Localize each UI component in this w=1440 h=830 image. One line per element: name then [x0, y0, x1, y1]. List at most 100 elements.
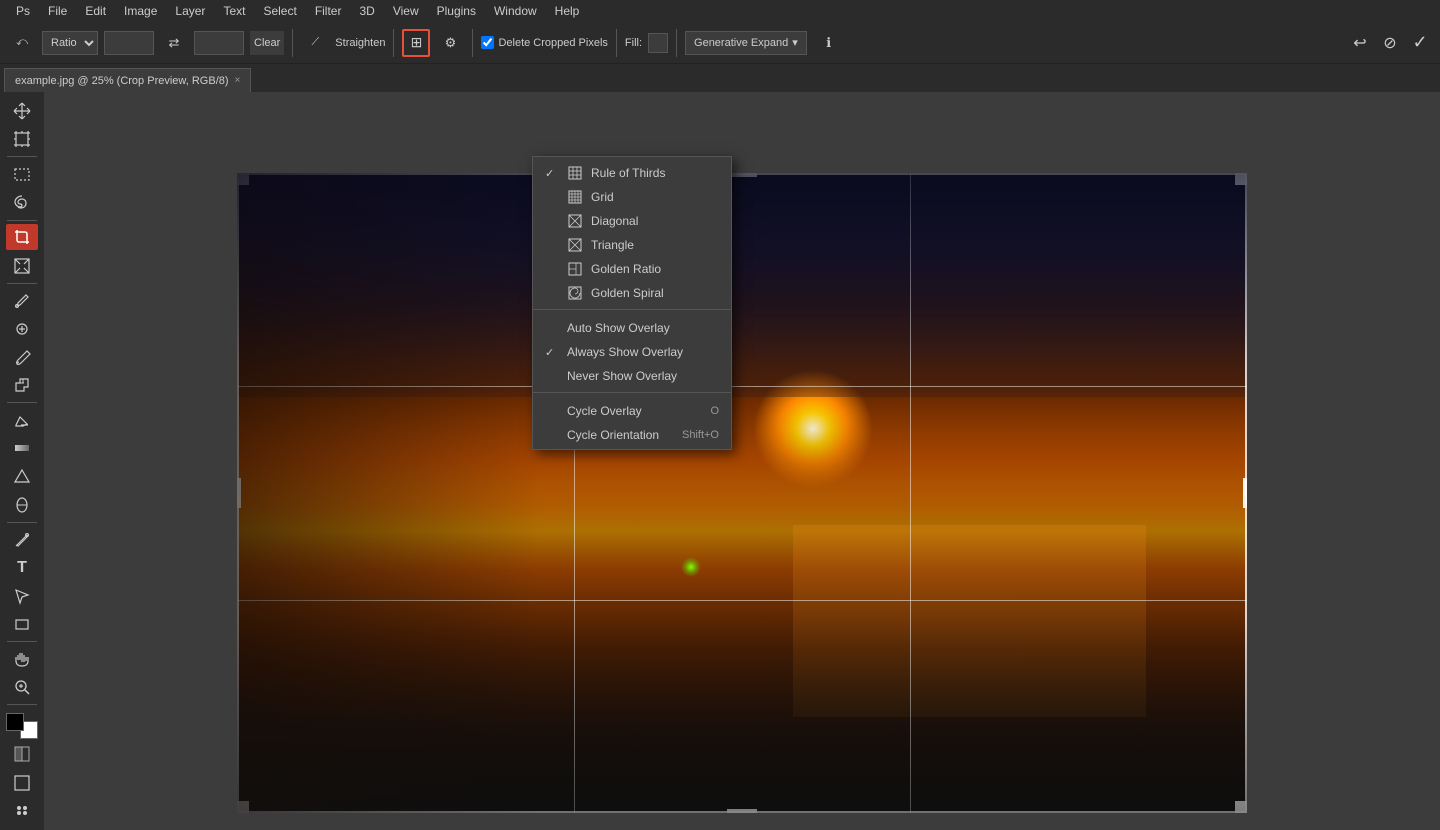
tab-close-btn[interactable]: × [235, 75, 241, 86]
separator-4 [616, 29, 617, 57]
document-tab[interactable]: example.jpg @ 25% (Crop Preview, RGB/8) … [4, 68, 251, 92]
menu-layer[interactable]: Layer [167, 2, 213, 20]
check-rule-of-thirds [545, 167, 559, 180]
main-area: T [0, 92, 1440, 830]
crop-handle-bottom-left[interactable] [237, 801, 249, 813]
separator-3 [472, 29, 473, 57]
settings-btn[interactable]: ⚙ [436, 29, 464, 57]
tool-clone[interactable] [6, 372, 38, 398]
tool-eyedropper[interactable] [6, 287, 38, 313]
color-swatches[interactable] [6, 713, 38, 739]
fill-color-swatch[interactable] [648, 33, 668, 53]
menu-item-triangle[interactable]: Triangle [533, 233, 731, 257]
tool-sep-7 [7, 704, 37, 705]
menu-text[interactable]: Text [215, 2, 253, 20]
rule-of-thirds-icon [567, 165, 583, 181]
tool-frame[interactable] [6, 252, 38, 278]
menu-3d[interactable]: 3D [351, 2, 382, 20]
menu-help[interactable]: Help [547, 2, 588, 20]
menu-image[interactable]: Image [116, 2, 165, 20]
tool-zoom[interactable] [6, 674, 38, 700]
menu-item-grid-label: Grid [591, 190, 614, 204]
foreground-color[interactable] [6, 713, 24, 731]
menu-view[interactable]: View [385, 2, 427, 20]
menu-item-never-show[interactable]: Never Show Overlay [533, 364, 731, 388]
toolbar-back-btn[interactable]: ⤺ [8, 29, 36, 57]
grid-line-vertical-2 [910, 173, 911, 813]
menu-select[interactable]: Select [255, 2, 304, 20]
tool-screen-mode[interactable] [6, 769, 38, 795]
show-overlay-button[interactable]: ⊞ [402, 29, 430, 57]
tool-quick-mask[interactable] [6, 741, 38, 767]
menu-item-rule-of-thirds[interactable]: Rule of Thirds [533, 161, 731, 185]
crop-handle-mid-left[interactable] [237, 478, 241, 508]
tool-path-select[interactable] [6, 583, 38, 609]
delete-cropped-label[interactable]: Delete Cropped Pixels [481, 36, 607, 49]
tool-dodge[interactable] [6, 491, 38, 517]
menu-file[interactable]: File [40, 2, 75, 20]
tool-blur[interactable] [6, 463, 38, 489]
clear-button[interactable]: Clear [250, 31, 284, 55]
crop-handle-bottom-mid[interactable] [727, 809, 757, 813]
menu-item-cycle-orientation[interactable]: Cycle Orientation Shift+O [533, 423, 731, 447]
tool-hand[interactable] [6, 646, 38, 672]
app-icon[interactable]: Ps [8, 2, 38, 20]
cycle-orientation-shortcut: Shift+O [682, 429, 719, 441]
generative-expand-button[interactable]: Generative Expand ▾ [685, 31, 807, 55]
sky-bg [237, 173, 1247, 813]
crop-handle-top-right[interactable] [1235, 173, 1247, 185]
menu-filter[interactable]: Filter [307, 2, 350, 20]
menu-item-cycle-overlay[interactable]: Cycle Overlay O [533, 399, 731, 423]
menu-item-grid[interactable]: Grid [533, 185, 731, 209]
tool-extras[interactable] [6, 798, 38, 824]
height-input[interactable] [194, 31, 244, 55]
tool-pen[interactable] [6, 526, 38, 552]
menu-item-auto-show[interactable]: Auto Show Overlay [533, 316, 731, 340]
tool-crop[interactable] [6, 224, 38, 250]
menu-window[interactable]: Window [486, 2, 545, 20]
tool-sep-5 [7, 522, 37, 523]
swap-btn[interactable]: ⇄ [160, 29, 188, 57]
fill-label: Fill: [625, 37, 642, 49]
separator-2 [393, 29, 394, 57]
crop-handle-top-left[interactable] [237, 173, 249, 185]
menu-bar: Ps File Edit Image Layer Text Select Fil… [0, 0, 1440, 22]
menu-item-golden-spiral[interactable]: Golden Spiral [533, 281, 731, 305]
confirm-crop-icon[interactable]: ✓ [1408, 31, 1432, 55]
tool-move[interactable] [6, 98, 38, 124]
menu-item-never-show-label: Never Show Overlay [567, 369, 677, 383]
menu-edit[interactable]: Edit [77, 2, 114, 20]
tool-shape[interactable] [6, 611, 38, 637]
ratio-select[interactable]: Ratio [42, 31, 98, 55]
tool-eraser[interactable] [6, 407, 38, 433]
tool-sep-2 [7, 220, 37, 221]
menu-item-always-show[interactable]: Always Show Overlay [533, 340, 731, 364]
crop-handle-mid-right[interactable] [1243, 478, 1247, 508]
tool-brush[interactable] [6, 344, 38, 370]
tool-artboard[interactable] [6, 126, 38, 152]
width-input[interactable] [104, 31, 154, 55]
tool-gradient[interactable] [6, 435, 38, 461]
overlay-types-section: Rule of Thirds [533, 157, 731, 307]
menu-item-diagonal[interactable]: Diagonal [533, 209, 731, 233]
diagonal-icon [567, 213, 583, 229]
undo-icon[interactable]: ↩ [1348, 31, 1372, 55]
menu-item-golden-ratio[interactable]: Golden Ratio [533, 257, 731, 281]
menu-item-auto-show-label: Auto Show Overlay [567, 321, 670, 335]
tool-select-rect[interactable] [6, 161, 38, 187]
menu-plugins[interactable]: Plugins [429, 2, 484, 20]
cancel-crop-icon[interactable]: ⊘ [1378, 31, 1402, 55]
menu-item-cycle-orientation-label: Cycle Orientation [567, 428, 659, 442]
separator-1 [292, 29, 293, 57]
delete-cropped-checkbox[interactable] [481, 36, 494, 49]
straighten-icon[interactable]: ⟋ [301, 29, 329, 57]
golden-ratio-icon [567, 261, 583, 277]
tool-lasso[interactable] [6, 189, 38, 215]
tool-sep-4 [7, 402, 37, 403]
tool-heal[interactable] [6, 316, 38, 342]
tool-type[interactable]: T [6, 555, 38, 581]
tool-sep-1 [7, 156, 37, 157]
crop-handle-bottom-right[interactable] [1235, 801, 1247, 813]
info-icon[interactable]: ℹ [817, 31, 841, 55]
menu-item-always-show-label: Always Show Overlay [567, 345, 683, 359]
